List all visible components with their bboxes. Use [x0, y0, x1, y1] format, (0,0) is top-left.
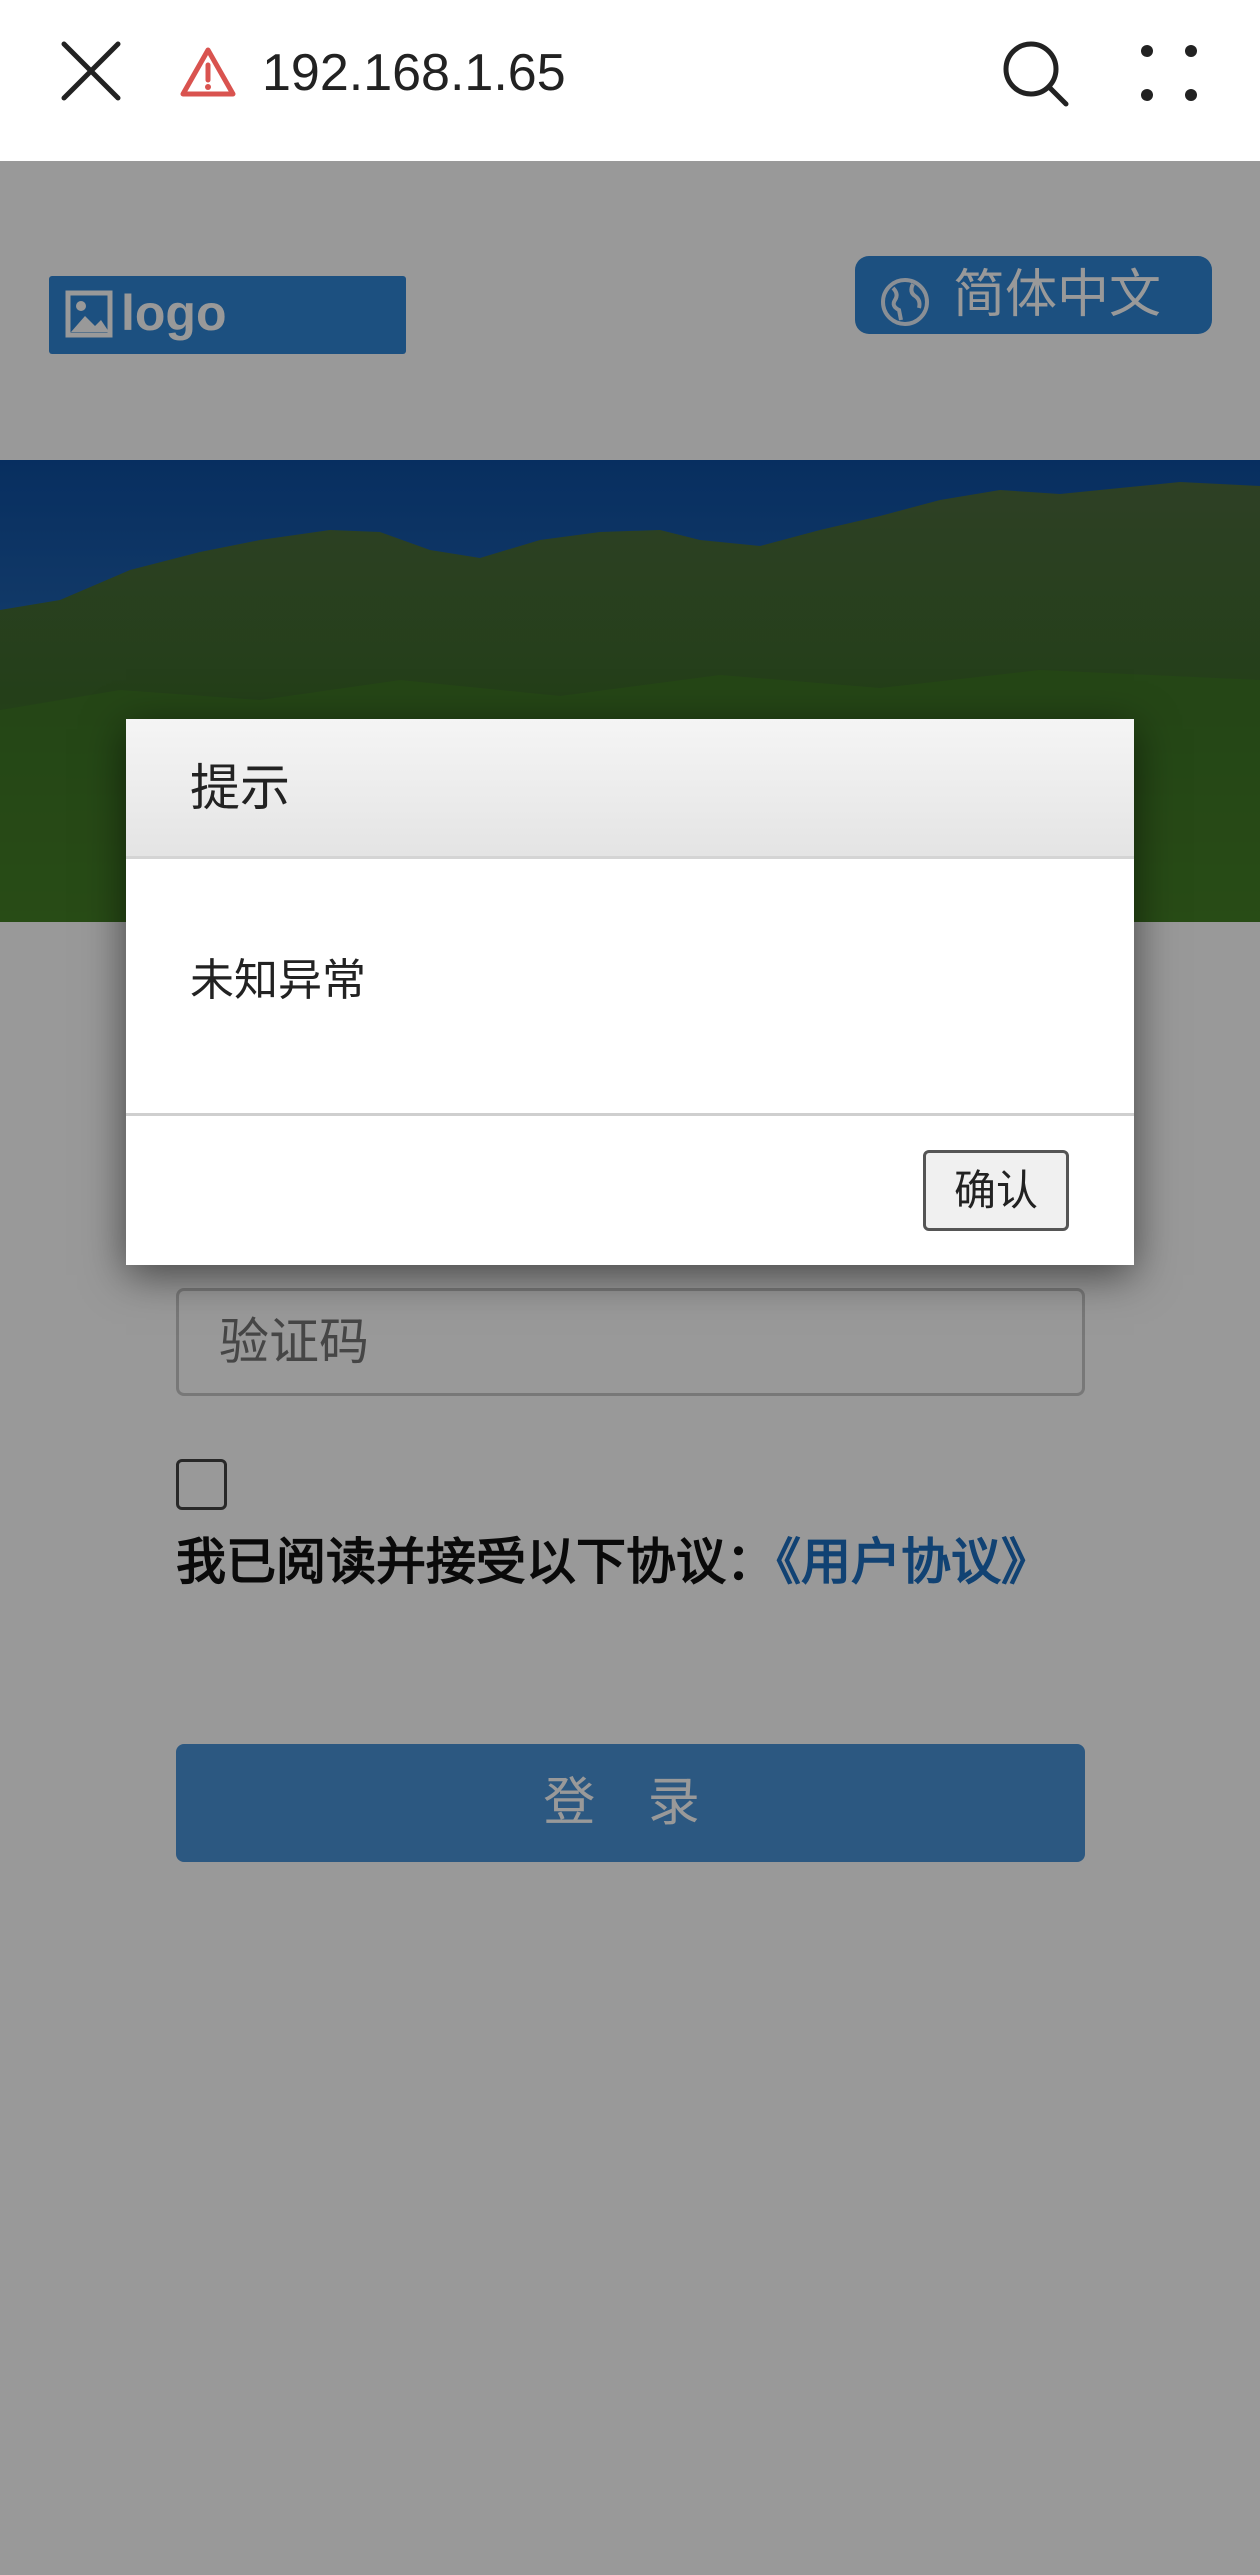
dialog-title: 提示: [190, 759, 290, 817]
confirm-button[interactable]: 确认: [923, 1150, 1069, 1231]
url-text[interactable]: 192.168.1.65: [262, 40, 566, 106]
modal-overlay: [0, 161, 1260, 2575]
warning-icon[interactable]: [180, 46, 236, 98]
dialog-header: 提示: [126, 719, 1134, 859]
alert-dialog: 提示 未知异常 确认: [126, 719, 1134, 1265]
dialog-message: 未知异常: [190, 955, 366, 1006]
close-icon[interactable]: [56, 36, 126, 106]
dialog-divider: [126, 1113, 1134, 1116]
browser-toolbar: 192.168.1.65: [0, 0, 1260, 161]
search-icon[interactable]: [1000, 38, 1072, 110]
more-options-icon[interactable]: [1136, 40, 1202, 106]
